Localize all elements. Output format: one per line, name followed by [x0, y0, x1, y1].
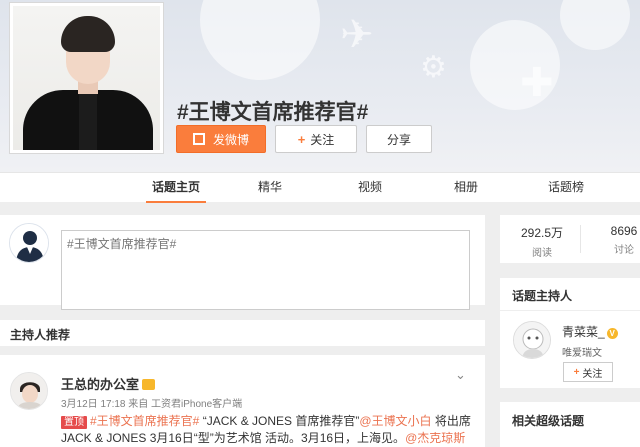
feed-text-part1: “JACK & JONES 首席推荐官”	[199, 414, 360, 428]
composer-panel	[0, 215, 485, 310]
portrait-hair	[61, 16, 115, 52]
feed-author-avatar[interactable]	[10, 372, 48, 410]
tab-featured[interactable]: 精华	[250, 173, 290, 203]
stats-divider	[580, 225, 581, 253]
topic-host-panel: 话题主持人 青菜菜_ V 唯爱瑞文 + 关注	[500, 278, 640, 388]
banner-puzzle-icon: ✚	[520, 60, 554, 106]
feed-meta: 3月12日 17:18 来自 工资君iPhone客户端	[61, 399, 243, 410]
feed-mention-link[interactable]: @王博文小白	[359, 414, 431, 428]
follow-topic-button[interactable]: + 关注	[275, 125, 357, 153]
tab-topic-home[interactable]: 话题主页	[146, 173, 206, 203]
banner-decoration	[200, 0, 320, 80]
feed-author-name[interactable]: 王总的办公室	[61, 374, 156, 393]
feed-content: 置顶 #王博文首席推荐官# “JACK & JONES 首席推荐官”@王博文小白 …	[61, 413, 477, 447]
tab-album[interactable]: 相册	[446, 173, 486, 203]
follow-topic-label: 关注	[310, 132, 335, 147]
banner-gear-icon: ⚙	[420, 50, 447, 85]
cover-portrait	[13, 6, 160, 150]
divider	[500, 310, 640, 311]
follow-host-button[interactable]: + 关注	[563, 362, 613, 382]
host-name[interactable]: 青菜菜_ V	[562, 323, 618, 340]
banner-decoration	[560, 0, 630, 50]
crown-icon	[142, 379, 156, 390]
feed-hashtag-link[interactable]: #王博文首席推荐官#	[90, 414, 199, 428]
host-name-text: 青菜菜_	[562, 325, 605, 339]
compose-input[interactable]	[61, 230, 470, 310]
post-weibo-label: 发微博	[212, 132, 249, 147]
banner-plane-icon: ✈	[340, 12, 374, 58]
reads-label: 阅读	[532, 248, 552, 259]
tab-video[interactable]: 视频	[350, 173, 390, 203]
discuss-stat: 8696 讨论	[596, 224, 640, 256]
share-label: 分享	[386, 132, 411, 147]
portrait-shirt	[79, 90, 97, 150]
tab-topic-ranking[interactable]: 话题榜	[540, 173, 592, 203]
host-description: 唯爱瑞文	[562, 348, 602, 359]
compose-icon	[192, 133, 205, 145]
reads-count: 292.5万	[520, 226, 564, 240]
reads-stat: 292.5万 阅读	[514, 224, 570, 259]
host-recommend-header: 主持人推荐	[0, 320, 485, 346]
host-avatar-image	[514, 322, 550, 358]
topic-title: #王博文首席推荐官#	[177, 101, 369, 124]
user-avatar	[9, 223, 49, 263]
plus-icon: +	[573, 366, 580, 378]
topic-cover-image	[9, 2, 164, 154]
discuss-count: 8696	[610, 224, 638, 238]
host-panel-title: 话题主持人	[512, 289, 573, 303]
discuss-label: 讨论	[614, 245, 634, 256]
host-avatar[interactable]	[513, 321, 551, 359]
related-panel-title: 相关超级话题	[512, 414, 585, 428]
follow-host-label: 关注	[582, 368, 603, 380]
share-button[interactable]: 分享	[366, 125, 432, 153]
plus-icon: +	[297, 131, 306, 147]
feed-author-name-text: 王总的办公室	[61, 377, 140, 392]
topic-tabs: 话题主页 精华 视频 相册 话题榜	[0, 172, 640, 203]
feed-item: 王总的办公室 3月12日 17:18 来自 工资君iPhone客户端 ⌄ 置顶 #…	[0, 355, 485, 447]
topic-stats: 292.5万 阅读 8696 讨论	[500, 215, 640, 263]
related-super-topics-panel: 相关超级话题	[500, 402, 640, 447]
silhouette-avatar-icon	[10, 224, 48, 262]
post-weibo-button[interactable]: 发微博	[176, 125, 266, 153]
chevron-down-icon[interactable]: ⌄	[455, 367, 466, 383]
verified-badge-icon: V	[606, 328, 618, 339]
host-recommend-label: 主持人推荐	[10, 328, 71, 342]
pinned-badge: 置顶	[61, 416, 87, 429]
author-avatar-image	[11, 373, 47, 409]
